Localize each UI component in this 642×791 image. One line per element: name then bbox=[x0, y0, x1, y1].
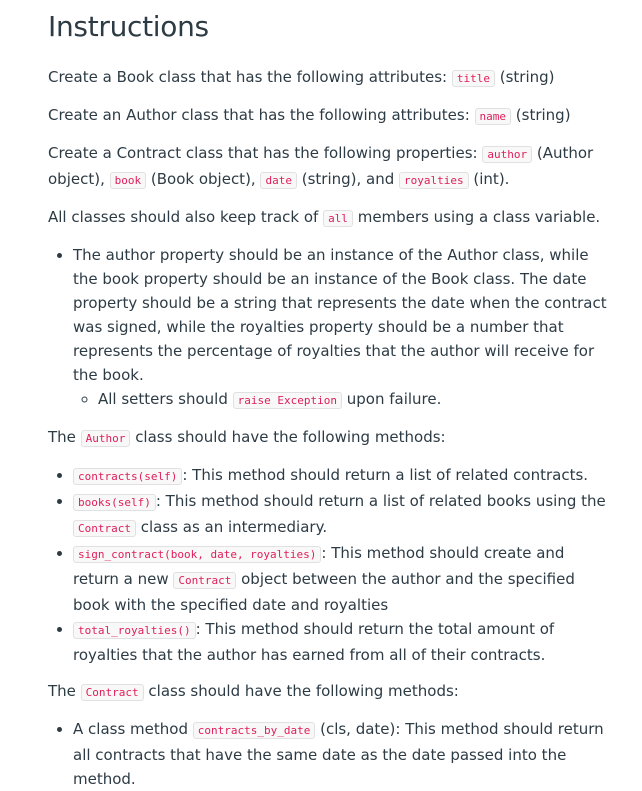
code-method: contracts(self) bbox=[73, 468, 183, 485]
code-raise-exception: raise Exception bbox=[232, 392, 342, 409]
code-name: name bbox=[474, 108, 512, 125]
text: The bbox=[48, 428, 81, 446]
text: Create a Book class that has the followi… bbox=[48, 68, 452, 86]
author-class-paragraph: Create an Author class that has the foll… bbox=[48, 103, 614, 129]
code-all: all bbox=[323, 210, 353, 227]
text: A class method bbox=[73, 720, 193, 738]
text: members using a class variable. bbox=[352, 208, 601, 226]
code-method: contracts_by_date bbox=[192, 722, 316, 739]
code-method: books(self) bbox=[73, 494, 156, 511]
list-item: books(self): This method should return a… bbox=[73, 489, 614, 541]
text: (int). bbox=[468, 170, 510, 188]
text: (string) bbox=[494, 68, 555, 86]
list-item: The author property should be an instanc… bbox=[73, 243, 614, 413]
text: The author property should be an instanc… bbox=[73, 246, 607, 384]
contract-methods-intro: The Contract class should have the follo… bbox=[48, 679, 614, 705]
text: : This method should return a list of re… bbox=[182, 466, 589, 484]
list-item: All setters should raise Exception upon … bbox=[98, 387, 614, 413]
list-item: A class method contracts_by_date (cls, d… bbox=[73, 717, 614, 791]
text: Create an Author class that has the foll… bbox=[48, 106, 475, 124]
page-title: Instructions bbox=[48, 10, 209, 43]
text: (string), and bbox=[296, 170, 400, 188]
text: The bbox=[48, 682, 81, 700]
code-title: title bbox=[451, 70, 495, 87]
code-method: sign_contract(book, date, royalties) bbox=[73, 546, 322, 563]
code-method: total_royalties() bbox=[73, 622, 196, 639]
code-contract: Contract bbox=[73, 520, 136, 537]
text: Create a Contract class that has the fol… bbox=[48, 144, 483, 162]
code-author: author bbox=[482, 146, 533, 163]
contract-class-paragraph: Create a Contract class that has the fol… bbox=[48, 141, 614, 193]
code-author-class: Author bbox=[80, 430, 131, 447]
text: upon failure. bbox=[341, 390, 442, 408]
code-book: book bbox=[109, 172, 147, 189]
text: (Book object), bbox=[146, 170, 261, 188]
text: class should have the following methods: bbox=[143, 682, 459, 700]
list-item: sign_contract(book, date, royalties): Th… bbox=[73, 541, 614, 617]
class-variable-paragraph: All classes should also keep track of al… bbox=[48, 205, 614, 231]
property-list: The author property should be an instanc… bbox=[48, 243, 614, 413]
list-item: contracts(self): This method should retu… bbox=[73, 463, 614, 489]
book-class-paragraph: Create a Book class that has the followi… bbox=[48, 65, 614, 91]
contract-methods-list: A class method contracts_by_date (cls, d… bbox=[48, 717, 614, 791]
list-item: total_royalties(): This method should re… bbox=[73, 617, 614, 667]
author-methods-intro: The Author class should have the followi… bbox=[48, 425, 614, 451]
text: : This method should return a list of re… bbox=[155, 492, 606, 510]
text: All classes should also keep track of bbox=[48, 208, 324, 226]
author-methods-list: contracts(self): This method should retu… bbox=[48, 463, 614, 667]
instructions-page: Instructions Create a Book class that ha… bbox=[0, 0, 642, 791]
text: class as an intermediary. bbox=[135, 518, 328, 536]
text: class should have the following methods: bbox=[130, 428, 446, 446]
text: All setters should bbox=[98, 390, 233, 408]
code-contract: Contract bbox=[173, 572, 237, 589]
code-royalties: royalties bbox=[399, 172, 469, 189]
text: (string) bbox=[511, 106, 571, 124]
code-date: date bbox=[260, 172, 297, 189]
code-contract-class: Contract bbox=[80, 684, 144, 701]
sub-list: All setters should raise Exception upon … bbox=[73, 387, 614, 413]
